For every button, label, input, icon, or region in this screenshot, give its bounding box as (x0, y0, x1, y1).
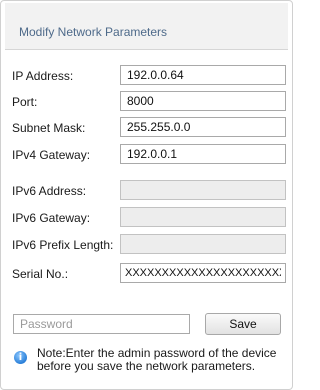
note-text: Note:Enter the admin password of the dev… (37, 346, 277, 373)
serial-no-label: Serial No.: (12, 267, 69, 281)
ip-address-label: IP Address: (12, 69, 74, 83)
info-icon: i (14, 351, 27, 364)
ipv6-address-label: IPv6 Address: (12, 184, 87, 198)
panel-title: Modify Network Parameters (19, 25, 168, 39)
ipv6-gateway-label: IPv6 Gateway: (12, 211, 91, 225)
subnet-mask-field[interactable] (120, 117, 286, 137)
ipv4-gateway-label: IPv4 Gateway: (12, 148, 91, 162)
port-row: Port: (1, 91, 294, 113)
panel-header: Modify Network Parameters (5, 3, 288, 50)
port-field[interactable] (120, 91, 286, 111)
ipv6-address-field[interactable] (120, 180, 286, 200)
ipv6-prefix-length-label: IPv6 Prefix Length: (12, 238, 114, 252)
ipv6-prefix-length-field[interactable] (120, 234, 286, 254)
ipv6-prefix-length-row: IPv6 Prefix Length: (1, 234, 294, 256)
ipv4-gateway-row: IPv4 Gateway: (1, 144, 294, 166)
ipv6-gateway-field[interactable] (120, 207, 286, 227)
subnet-mask-label: Subnet Mask: (12, 121, 86, 135)
subnet-mask-row: Subnet Mask: (1, 117, 294, 139)
ip-address-row: IP Address: (1, 65, 294, 87)
modify-network-parameters-panel: Modify Network Parameters IP Address: Po… (0, 0, 293, 390)
ipv6-address-row: IPv6 Address: (1, 180, 294, 202)
serial-no-field[interactable] (120, 263, 286, 283)
ipv6-gateway-row: IPv6 Gateway: (1, 207, 294, 229)
password-input[interactable] (13, 314, 190, 334)
save-button[interactable]: Save (205, 313, 281, 335)
ip-address-field[interactable] (120, 65, 286, 85)
ipv4-gateway-field[interactable] (120, 144, 286, 164)
port-label: Port: (12, 95, 38, 109)
serial-no-row: Serial No.: (1, 263, 294, 285)
